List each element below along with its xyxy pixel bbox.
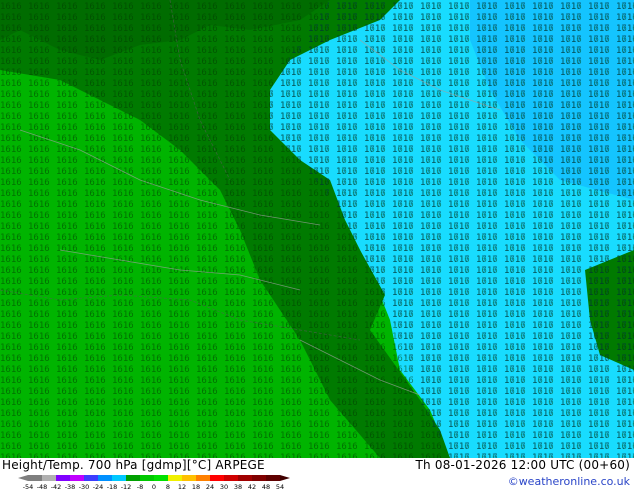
scale-swatch [252,475,266,481]
scale-swatch [182,475,196,481]
scale-label: 30 [220,483,228,490]
scale-swatch [266,475,280,481]
copyright-link[interactable]: ©weatheronline.co.uk [508,475,630,488]
color-scale-legend: -54 -48 -42 -38 -30 -24 -18 -12 -8 0 8 12 18 24 30 38 42… [18,475,290,490]
scale-swatch [210,475,224,481]
scale-label: 8 [166,483,170,490]
scale-swatch [56,475,70,481]
scale-swatch [126,475,140,481]
scale-label: 38 [234,483,242,490]
scale-swatch [112,475,126,481]
scale-label: 0 [152,483,156,490]
scale-label: -54 [23,483,34,490]
temperature-map: 1616 1717 [0,0,634,458]
scale-label: -24 [93,483,104,490]
scale-label: 48 [262,483,270,490]
scale-swatch [42,475,56,481]
scale-swatch [224,475,238,481]
scale-label: -38 [65,483,76,490]
scale-label: 18 [192,483,200,490]
scale-swatch [140,475,154,481]
scale-swatch [238,475,252,481]
scale-swatch [196,475,210,481]
scale-label: -42 [51,483,62,490]
scale-label: -48 [37,483,48,490]
map-viewer: 1616 1717 Height/Temp. 700 hPa [gdmp][°C… [0,0,634,490]
scale-label: -30 [79,483,90,490]
scale-swatch [28,475,42,481]
caption-bar: Height/Temp. 700 hPa [gdmp][°C] ARPEGE T… [0,458,634,490]
scale-label: 42 [248,483,256,490]
map-title: Height/Temp. 700 hPa [gdmp][°C] ARPEGE [2,458,265,472]
scale-swatch [70,475,84,481]
scale-label: 12 [178,483,186,490]
scale-swatch [168,475,182,481]
map-datetime: Th 08-01-2026 12:00 UTC (00+60) [415,458,630,472]
scale-label: -8 [137,483,143,490]
scale-swatch [84,475,98,481]
scale-label: -12 [121,483,132,490]
scale-swatch [154,475,168,481]
scale-label: 54 [276,483,284,490]
scale-swatch [98,475,112,481]
scale-label: -18 [107,483,118,490]
scale-arrow-left [18,475,28,481]
scale-arrow-right [280,475,290,481]
scale-label: 24 [206,483,214,490]
